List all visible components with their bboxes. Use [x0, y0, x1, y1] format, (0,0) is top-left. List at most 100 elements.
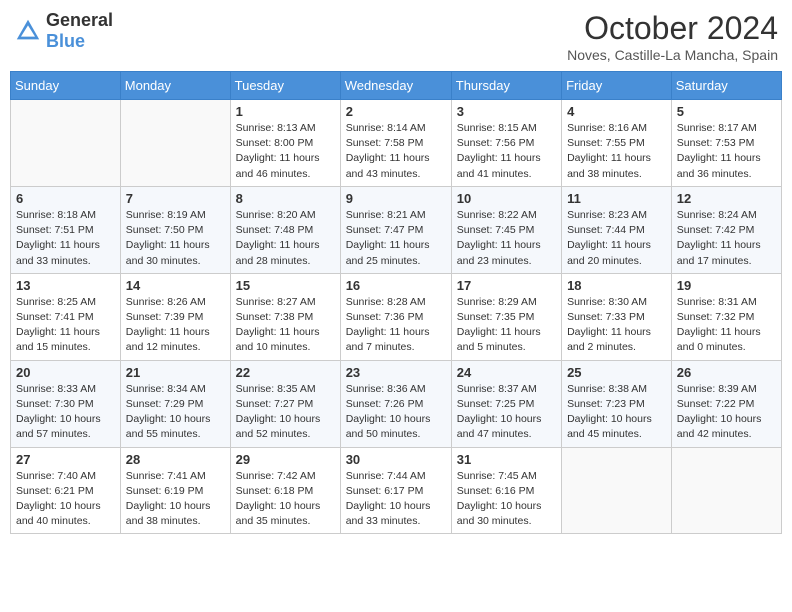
weekday-header: Thursday: [451, 72, 561, 100]
calendar-cell: 25Sunrise: 8:38 AM Sunset: 7:23 PM Dayli…: [562, 360, 672, 447]
day-info: Sunrise: 8:19 AM Sunset: 7:50 PM Dayligh…: [126, 208, 225, 269]
calendar-cell: 9 Sunrise: 8:21 AM Sunset: 7:47 PM Daylig…: [340, 186, 451, 273]
calendar-week-row: 27 Sunrise: 7:40 AM Sunset: 6:21 PM Dayli…: [11, 447, 782, 534]
calendar-cell: 24 Sunrise: 8:37 AM Sunset: 7:25 PM Dayli…: [451, 360, 561, 447]
weekday-header: Saturday: [671, 72, 781, 100]
calendar-cell: 20 Sunrise: 8:33 AM Sunset: 7:30 PM Dayli…: [11, 360, 121, 447]
day-info: Sunrise: 8:24 AM Sunset: 7:42 PM Dayligh…: [677, 208, 776, 269]
calendar-cell: [671, 447, 781, 534]
day-number: 10: [457, 191, 556, 206]
day-number: 25: [567, 365, 666, 380]
day-number: 2: [346, 104, 446, 119]
day-info: Sunrise: 7:44 AM Sunset: 6:17 PM Dayligh…: [346, 469, 446, 530]
day-info: Sunrise: 8:14 AM Sunset: 7:58 PM Dayligh…: [346, 121, 446, 182]
day-info: Sunrise: 8:13 AM Sunset: 8:00 PM Dayligh…: [236, 121, 335, 182]
page-header: General Blue October 2024 Noves, Castill…: [10, 10, 782, 63]
day-number: 9: [346, 191, 446, 206]
logo: General Blue: [14, 10, 113, 52]
calendar-cell: 12 Sunrise: 8:24 AM Sunset: 7:42 PM Dayli…: [671, 186, 781, 273]
calendar-cell: 8 Sunrise: 8:20 AM Sunset: 7:48 PM Daylig…: [230, 186, 340, 273]
day-number: 28: [126, 452, 225, 467]
day-number: 24: [457, 365, 556, 380]
day-info: Sunrise: 8:20 AM Sunset: 7:48 PM Dayligh…: [236, 208, 335, 269]
day-number: 7: [126, 191, 225, 206]
calendar-cell: 29Sunrise: 7:42 AM Sunset: 6:18 PM Dayli…: [230, 447, 340, 534]
day-info: Sunrise: 7:40 AM Sunset: 6:21 PM Dayligh…: [16, 469, 115, 530]
calendar-cell: 26 Sunrise: 8:39 AM Sunset: 7:22 PM Dayli…: [671, 360, 781, 447]
day-number: 14: [126, 278, 225, 293]
calendar-cell: 7 Sunrise: 8:19 AM Sunset: 7:50 PM Daylig…: [120, 186, 230, 273]
day-number: 29: [236, 452, 335, 467]
day-info: Sunrise: 8:21 AM Sunset: 7:47 PM Dayligh…: [346, 208, 446, 269]
calendar-cell: 10 Sunrise: 8:22 AM Sunset: 7:45 PM Dayli…: [451, 186, 561, 273]
day-number: 1: [236, 104, 335, 119]
calendar-cell: [120, 100, 230, 187]
day-number: 6: [16, 191, 115, 206]
calendar-cell: 18 Sunrise: 8:30 AM Sunset: 7:33 PM Dayli…: [562, 273, 672, 360]
logo-icon: [14, 17, 42, 45]
calendar-cell: 14 Sunrise: 8:26 AM Sunset: 7:39 PM Dayli…: [120, 273, 230, 360]
month-title: October 2024: [567, 10, 778, 47]
calendar-cell: 11Sunrise: 8:23 AM Sunset: 7:44 PM Dayli…: [562, 186, 672, 273]
day-info: Sunrise: 8:16 AM Sunset: 7:55 PM Dayligh…: [567, 121, 666, 182]
day-info: Sunrise: 8:37 AM Sunset: 7:25 PM Dayligh…: [457, 382, 556, 443]
calendar-week-row: 6 Sunrise: 8:18 AM Sunset: 7:51 PM Daylig…: [11, 186, 782, 273]
calendar-cell: 5Sunrise: 8:17 AM Sunset: 7:53 PM Daylig…: [671, 100, 781, 187]
day-number: 22: [236, 365, 335, 380]
calendar-cell: [562, 447, 672, 534]
day-info: Sunrise: 8:18 AM Sunset: 7:51 PM Dayligh…: [16, 208, 115, 269]
logo-general: General: [46, 10, 113, 30]
day-number: 20: [16, 365, 115, 380]
calendar-week-row: 1 Sunrise: 8:13 AM Sunset: 8:00 PM Daylig…: [11, 100, 782, 187]
day-info: Sunrise: 8:35 AM Sunset: 7:27 PM Dayligh…: [236, 382, 335, 443]
calendar-cell: 4 Sunrise: 8:16 AM Sunset: 7:55 PM Daylig…: [562, 100, 672, 187]
day-number: 12: [677, 191, 776, 206]
calendar-cell: 2 Sunrise: 8:14 AM Sunset: 7:58 PM Daylig…: [340, 100, 451, 187]
day-info: Sunrise: 8:15 AM Sunset: 7:56 PM Dayligh…: [457, 121, 556, 182]
day-info: Sunrise: 8:33 AM Sunset: 7:30 PM Dayligh…: [16, 382, 115, 443]
calendar-table: SundayMondayTuesdayWednesdayThursdayFrid…: [10, 71, 782, 534]
calendar-cell: 28 Sunrise: 7:41 AM Sunset: 6:19 PM Dayli…: [120, 447, 230, 534]
calendar-cell: 3 Sunrise: 8:15 AM Sunset: 7:56 PM Daylig…: [451, 100, 561, 187]
day-number: 11: [567, 191, 666, 206]
day-number: 23: [346, 365, 446, 380]
day-number: 3: [457, 104, 556, 119]
day-info: Sunrise: 8:28 AM Sunset: 7:36 PM Dayligh…: [346, 295, 446, 356]
day-number: 17: [457, 278, 556, 293]
calendar-cell: [11, 100, 121, 187]
location-title: Noves, Castille-La Mancha, Spain: [567, 47, 778, 63]
calendar-cell: 6 Sunrise: 8:18 AM Sunset: 7:51 PM Daylig…: [11, 186, 121, 273]
calendar-cell: 15 Sunrise: 8:27 AM Sunset: 7:38 PM Dayli…: [230, 273, 340, 360]
day-number: 8: [236, 191, 335, 206]
day-info: Sunrise: 8:30 AM Sunset: 7:33 PM Dayligh…: [567, 295, 666, 356]
day-info: Sunrise: 8:22 AM Sunset: 7:45 PM Dayligh…: [457, 208, 556, 269]
calendar-cell: 30Sunrise: 7:44 AM Sunset: 6:17 PM Dayli…: [340, 447, 451, 534]
day-number: 16: [346, 278, 446, 293]
weekday-header: Monday: [120, 72, 230, 100]
day-number: 19: [677, 278, 776, 293]
day-info: Sunrise: 8:27 AM Sunset: 7:38 PM Dayligh…: [236, 295, 335, 356]
day-info: Sunrise: 7:41 AM Sunset: 6:19 PM Dayligh…: [126, 469, 225, 530]
calendar-cell: 23 Sunrise: 8:36 AM Sunset: 7:26 PM Dayli…: [340, 360, 451, 447]
day-number: 15: [236, 278, 335, 293]
day-number: 31: [457, 452, 556, 467]
day-number: 4: [567, 104, 666, 119]
day-info: Sunrise: 8:34 AM Sunset: 7:29 PM Dayligh…: [126, 382, 225, 443]
day-info: Sunrise: 8:31 AM Sunset: 7:32 PM Dayligh…: [677, 295, 776, 356]
calendar-cell: 16 Sunrise: 8:28 AM Sunset: 7:36 PM Dayli…: [340, 273, 451, 360]
weekday-header: Sunday: [11, 72, 121, 100]
day-info: Sunrise: 8:26 AM Sunset: 7:39 PM Dayligh…: [126, 295, 225, 356]
day-number: 18: [567, 278, 666, 293]
calendar-cell: 31Sunrise: 7:45 AM Sunset: 6:16 PM Dayli…: [451, 447, 561, 534]
weekday-header: Friday: [562, 72, 672, 100]
weekday-header: Wednesday: [340, 72, 451, 100]
day-number: 27: [16, 452, 115, 467]
calendar-week-row: 13Sunrise: 8:25 AM Sunset: 7:41 PM Dayli…: [11, 273, 782, 360]
day-info: Sunrise: 8:39 AM Sunset: 7:22 PM Dayligh…: [677, 382, 776, 443]
calendar-cell: 21Sunrise: 8:34 AM Sunset: 7:29 PM Dayli…: [120, 360, 230, 447]
day-number: 26: [677, 365, 776, 380]
calendar-cell: 22 Sunrise: 8:35 AM Sunset: 7:27 PM Dayli…: [230, 360, 340, 447]
logo-blue: Blue: [46, 31, 85, 51]
day-number: 5: [677, 104, 776, 119]
day-info: Sunrise: 8:36 AM Sunset: 7:26 PM Dayligh…: [346, 382, 446, 443]
